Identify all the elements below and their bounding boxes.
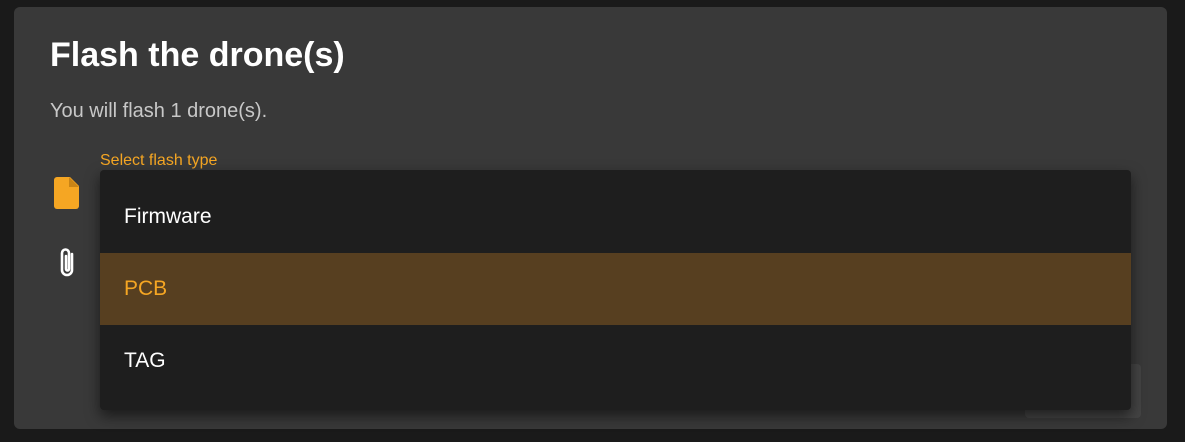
flash-type-label: Select flash type bbox=[100, 152, 218, 169]
dialog-title: Flash the drone(s) bbox=[50, 36, 345, 74]
paperclip-icon bbox=[52, 245, 82, 281]
flash-type-dropdown-menu: Firmware PCB TAG bbox=[100, 170, 1131, 410]
menu-item-pcb[interactable]: PCB bbox=[100, 253, 1131, 325]
menu-item-tag[interactable]: TAG bbox=[100, 325, 1131, 397]
menu-item-firmware[interactable]: Firmware bbox=[100, 181, 1131, 253]
dialog-subtitle: You will flash 1 drone(s). bbox=[50, 100, 268, 122]
file-icon bbox=[52, 175, 82, 211]
